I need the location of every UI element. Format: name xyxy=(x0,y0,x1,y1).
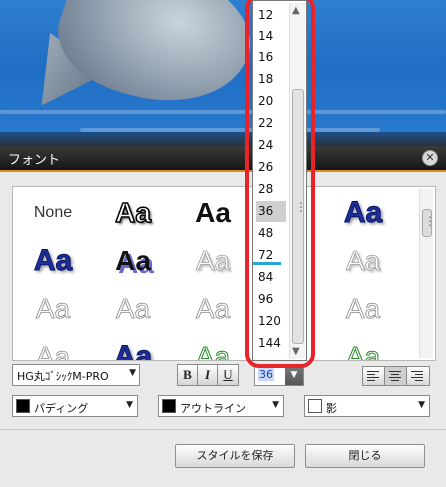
align-right-button[interactable] xyxy=(407,367,429,385)
style-preset[interactable]: Aa xyxy=(97,239,169,283)
dialog-titlebar: フォント ✕ xyxy=(0,146,446,172)
style-sample: Aa xyxy=(345,245,381,277)
style-preset[interactable]: Aa xyxy=(177,239,249,283)
padding-label: パディング xyxy=(34,402,89,415)
style-sample: Aa xyxy=(343,196,383,230)
style-sample: Aa xyxy=(35,341,71,361)
outline-color-swatch xyxy=(162,399,176,413)
style-preset-grid: None Aa Aa Aa Aa Aa Aa Aa Aa Aa Aa Aa Aa… xyxy=(12,186,436,361)
align-left-button[interactable] xyxy=(363,367,385,385)
style-grid-scrollbar[interactable] xyxy=(419,189,435,358)
chevron-down-icon: ▼ xyxy=(418,400,425,410)
style-preset[interactable]: Aa xyxy=(17,287,89,331)
style-preset[interactable]: Aa xyxy=(97,191,169,235)
italic-button[interactable]: I xyxy=(198,365,218,385)
style-sample: Aa xyxy=(195,293,231,325)
style-preset[interactable]: Aa xyxy=(327,335,399,361)
padding-color-select[interactable]: パディング ▼ xyxy=(12,395,138,417)
scrollbar-thumb[interactable] xyxy=(422,209,435,237)
font-family-value: HG丸ｺﾞｼｯｸM-PRO xyxy=(17,370,109,383)
chevron-down-icon[interactable]: ▼ xyxy=(285,365,303,385)
red-highlight-annotation xyxy=(245,0,315,368)
style-sample: Aa xyxy=(33,244,73,278)
style-sample: Aa xyxy=(115,245,151,276)
close-icon[interactable]: ✕ xyxy=(422,150,438,166)
style-preset[interactable]: Aa xyxy=(327,239,399,283)
text-align-group xyxy=(362,366,430,386)
style-preset-none[interactable]: None xyxy=(17,191,89,235)
shadow-color-swatch xyxy=(308,399,322,413)
style-sample: Aa xyxy=(113,340,153,361)
style-preset[interactable]: Aa xyxy=(177,335,249,361)
style-preset[interactable]: Aa xyxy=(97,287,169,331)
shadow-color-select[interactable]: 影 ▼ xyxy=(304,395,430,417)
chevron-down-icon: ▼ xyxy=(129,368,136,378)
style-sample: Aa xyxy=(195,197,231,228)
style-preset[interactable]: Aa xyxy=(17,335,89,361)
style-sample: Aa xyxy=(114,196,151,229)
font-size-value[interactable]: 36 xyxy=(258,368,274,381)
outline-color-select[interactable]: アウトライン ▼ xyxy=(158,395,284,417)
style-preset[interactable]: Aa xyxy=(327,191,399,235)
shadow-label: 影 xyxy=(326,402,337,415)
padding-color-swatch xyxy=(16,399,30,413)
dialog-title: フォント xyxy=(8,152,61,168)
style-preset[interactable]: Aa xyxy=(327,287,399,331)
water-wave xyxy=(0,110,446,114)
style-preset[interactable]: Aa xyxy=(177,191,249,235)
style-sample: Aa xyxy=(345,293,381,325)
font-dialog: フォント ✕ None Aa Aa Aa Aa Aa Aa Aa Aa Aa A… xyxy=(0,146,446,487)
style-sample: Aa xyxy=(35,293,71,325)
style-preset[interactable]: Aa xyxy=(97,335,169,361)
bold-button[interactable]: B xyxy=(178,365,198,385)
align-center-button[interactable] xyxy=(385,367,407,385)
style-none-label: None xyxy=(33,204,73,221)
style-sample: Aa xyxy=(115,293,151,325)
chevron-down-icon: ▼ xyxy=(272,400,279,410)
chevron-down-icon: ▼ xyxy=(126,400,133,410)
style-sample: Aa xyxy=(195,341,231,361)
style-preset[interactable]: Aa xyxy=(177,287,249,331)
style-sample: Aa xyxy=(345,341,381,361)
style-sample: Aa xyxy=(195,245,231,277)
style-preset[interactable]: Aa xyxy=(17,239,89,283)
dolphin xyxy=(44,0,266,127)
save-style-button[interactable]: スタイルを保存 xyxy=(175,444,295,468)
close-button[interactable]: 閉じる xyxy=(305,444,425,468)
font-family-select[interactable]: HG丸ｺﾞｼｯｸM-PRO ▼ xyxy=(12,364,140,386)
divider xyxy=(0,429,446,430)
background-photo xyxy=(0,0,446,150)
outline-label: アウトライン xyxy=(180,402,246,415)
underline-button[interactable]: U xyxy=(218,365,238,385)
text-format-group: B I U xyxy=(177,364,239,386)
